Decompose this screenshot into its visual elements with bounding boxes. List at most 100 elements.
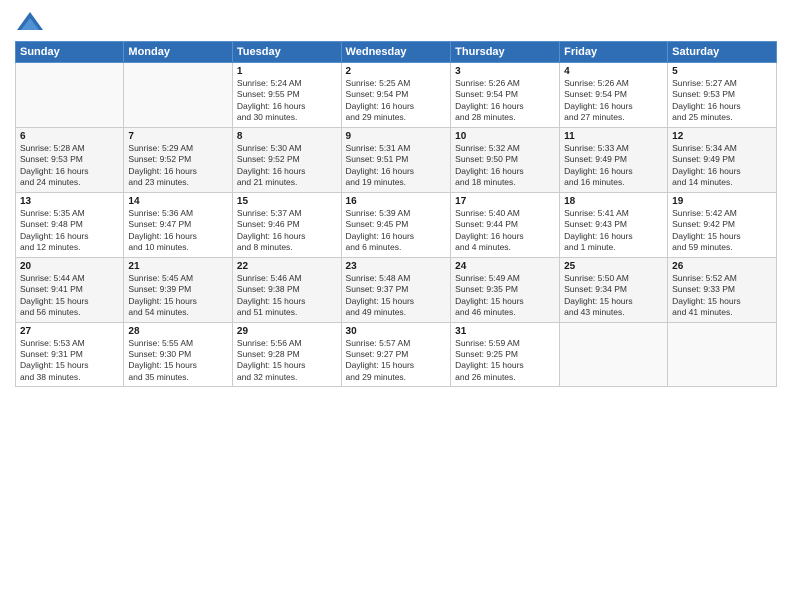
- day-number: 31: [455, 326, 555, 337]
- day-number: 28: [128, 326, 228, 337]
- page: SundayMondayTuesdayWednesdayThursdayFrid…: [0, 0, 792, 612]
- calendar-table: SundayMondayTuesdayWednesdayThursdayFrid…: [15, 41, 777, 387]
- calendar-week-1: 1Sunrise: 5:24 AM Sunset: 9:55 PM Daylig…: [16, 63, 777, 128]
- day-content: Sunrise: 5:50 AM Sunset: 9:34 PM Dayligh…: [564, 273, 663, 319]
- calendar-cell: 6Sunrise: 5:28 AM Sunset: 9:53 PM Daylig…: [16, 127, 124, 192]
- day-content: Sunrise: 5:57 AM Sunset: 9:27 PM Dayligh…: [346, 338, 447, 384]
- day-content: Sunrise: 5:37 AM Sunset: 9:46 PM Dayligh…: [237, 208, 337, 254]
- calendar-cell: 9Sunrise: 5:31 AM Sunset: 9:51 PM Daylig…: [341, 127, 451, 192]
- weekday-header-sunday: Sunday: [16, 42, 124, 63]
- day-number: 30: [346, 326, 447, 337]
- calendar-cell: 14Sunrise: 5:36 AM Sunset: 9:47 PM Dayli…: [124, 192, 233, 257]
- calendar-cell: 16Sunrise: 5:39 AM Sunset: 9:45 PM Dayli…: [341, 192, 451, 257]
- day-content: Sunrise: 5:41 AM Sunset: 9:43 PM Dayligh…: [564, 208, 663, 254]
- calendar-cell: 7Sunrise: 5:29 AM Sunset: 9:52 PM Daylig…: [124, 127, 233, 192]
- day-content: Sunrise: 5:34 AM Sunset: 9:49 PM Dayligh…: [672, 143, 772, 189]
- day-number: 3: [455, 66, 555, 77]
- day-number: 13: [20, 196, 119, 207]
- calendar-cell: 29Sunrise: 5:56 AM Sunset: 9:28 PM Dayli…: [232, 322, 341, 387]
- day-number: 20: [20, 261, 119, 272]
- day-number: 15: [237, 196, 337, 207]
- day-number: 17: [455, 196, 555, 207]
- day-number: 23: [346, 261, 447, 272]
- calendar-cell: 8Sunrise: 5:30 AM Sunset: 9:52 PM Daylig…: [232, 127, 341, 192]
- calendar-cell: 20Sunrise: 5:44 AM Sunset: 9:41 PM Dayli…: [16, 257, 124, 322]
- day-number: 9: [346, 131, 447, 142]
- calendar-cell: 3Sunrise: 5:26 AM Sunset: 9:54 PM Daylig…: [451, 63, 560, 128]
- calendar-cell: 10Sunrise: 5:32 AM Sunset: 9:50 PM Dayli…: [451, 127, 560, 192]
- day-number: 6: [20, 131, 119, 142]
- weekday-header-saturday: Saturday: [668, 42, 777, 63]
- calendar-week-3: 13Sunrise: 5:35 AM Sunset: 9:48 PM Dayli…: [16, 192, 777, 257]
- day-content: Sunrise: 5:56 AM Sunset: 9:28 PM Dayligh…: [237, 338, 337, 384]
- day-content: Sunrise: 5:40 AM Sunset: 9:44 PM Dayligh…: [455, 208, 555, 254]
- day-content: Sunrise: 5:53 AM Sunset: 9:31 PM Dayligh…: [20, 338, 119, 384]
- day-number: 26: [672, 261, 772, 272]
- day-content: Sunrise: 5:35 AM Sunset: 9:48 PM Dayligh…: [20, 208, 119, 254]
- day-content: Sunrise: 5:36 AM Sunset: 9:47 PM Dayligh…: [128, 208, 228, 254]
- day-number: 7: [128, 131, 228, 142]
- day-content: Sunrise: 5:24 AM Sunset: 9:55 PM Dayligh…: [237, 78, 337, 124]
- weekday-header-thursday: Thursday: [451, 42, 560, 63]
- day-content: Sunrise: 5:46 AM Sunset: 9:38 PM Dayligh…: [237, 273, 337, 319]
- day-content: Sunrise: 5:49 AM Sunset: 9:35 PM Dayligh…: [455, 273, 555, 319]
- day-number: 12: [672, 131, 772, 142]
- day-content: Sunrise: 5:45 AM Sunset: 9:39 PM Dayligh…: [128, 273, 228, 319]
- calendar-week-2: 6Sunrise: 5:28 AM Sunset: 9:53 PM Daylig…: [16, 127, 777, 192]
- day-number: 27: [20, 326, 119, 337]
- weekday-header-monday: Monday: [124, 42, 233, 63]
- day-content: Sunrise: 5:25 AM Sunset: 9:54 PM Dayligh…: [346, 78, 447, 124]
- day-number: 10: [455, 131, 555, 142]
- calendar-cell: [16, 63, 124, 128]
- day-content: Sunrise: 5:48 AM Sunset: 9:37 PM Dayligh…: [346, 273, 447, 319]
- calendar-cell: 21Sunrise: 5:45 AM Sunset: 9:39 PM Dayli…: [124, 257, 233, 322]
- day-content: Sunrise: 5:59 AM Sunset: 9:25 PM Dayligh…: [455, 338, 555, 384]
- day-number: 18: [564, 196, 663, 207]
- calendar-cell: 28Sunrise: 5:55 AM Sunset: 9:30 PM Dayli…: [124, 322, 233, 387]
- calendar-cell: [560, 322, 668, 387]
- day-content: Sunrise: 5:30 AM Sunset: 9:52 PM Dayligh…: [237, 143, 337, 189]
- calendar-cell: 13Sunrise: 5:35 AM Sunset: 9:48 PM Dayli…: [16, 192, 124, 257]
- day-number: 11: [564, 131, 663, 142]
- day-content: Sunrise: 5:55 AM Sunset: 9:30 PM Dayligh…: [128, 338, 228, 384]
- weekday-header-wednesday: Wednesday: [341, 42, 451, 63]
- day-content: Sunrise: 5:31 AM Sunset: 9:51 PM Dayligh…: [346, 143, 447, 189]
- day-number: 21: [128, 261, 228, 272]
- calendar-cell: 12Sunrise: 5:34 AM Sunset: 9:49 PM Dayli…: [668, 127, 777, 192]
- calendar-cell: 15Sunrise: 5:37 AM Sunset: 9:46 PM Dayli…: [232, 192, 341, 257]
- calendar-cell: 18Sunrise: 5:41 AM Sunset: 9:43 PM Dayli…: [560, 192, 668, 257]
- calendar-cell: 25Sunrise: 5:50 AM Sunset: 9:34 PM Dayli…: [560, 257, 668, 322]
- logo: [15, 10, 49, 35]
- calendar-cell: 30Sunrise: 5:57 AM Sunset: 9:27 PM Dayli…: [341, 322, 451, 387]
- day-content: Sunrise: 5:44 AM Sunset: 9:41 PM Dayligh…: [20, 273, 119, 319]
- day-number: 1: [237, 66, 337, 77]
- calendar-cell: 2Sunrise: 5:25 AM Sunset: 9:54 PM Daylig…: [341, 63, 451, 128]
- logo-icon: [15, 10, 45, 35]
- header: [15, 10, 777, 35]
- calendar-cell: 27Sunrise: 5:53 AM Sunset: 9:31 PM Dayli…: [16, 322, 124, 387]
- weekday-header-friday: Friday: [560, 42, 668, 63]
- day-number: 5: [672, 66, 772, 77]
- day-content: Sunrise: 5:52 AM Sunset: 9:33 PM Dayligh…: [672, 273, 772, 319]
- calendar-cell: 11Sunrise: 5:33 AM Sunset: 9:49 PM Dayli…: [560, 127, 668, 192]
- calendar-cell: 19Sunrise: 5:42 AM Sunset: 9:42 PM Dayli…: [668, 192, 777, 257]
- day-content: Sunrise: 5:28 AM Sunset: 9:53 PM Dayligh…: [20, 143, 119, 189]
- day-number: 25: [564, 261, 663, 272]
- day-number: 22: [237, 261, 337, 272]
- calendar-cell: 26Sunrise: 5:52 AM Sunset: 9:33 PM Dayli…: [668, 257, 777, 322]
- calendar-body: 1Sunrise: 5:24 AM Sunset: 9:55 PM Daylig…: [16, 63, 777, 387]
- day-content: Sunrise: 5:39 AM Sunset: 9:45 PM Dayligh…: [346, 208, 447, 254]
- day-number: 19: [672, 196, 772, 207]
- calendar-cell: 22Sunrise: 5:46 AM Sunset: 9:38 PM Dayli…: [232, 257, 341, 322]
- day-content: Sunrise: 5:27 AM Sunset: 9:53 PM Dayligh…: [672, 78, 772, 124]
- calendar-cell: [668, 322, 777, 387]
- day-number: 16: [346, 196, 447, 207]
- day-number: 8: [237, 131, 337, 142]
- calendar-week-5: 27Sunrise: 5:53 AM Sunset: 9:31 PM Dayli…: [16, 322, 777, 387]
- day-content: Sunrise: 5:26 AM Sunset: 9:54 PM Dayligh…: [564, 78, 663, 124]
- calendar-cell: 1Sunrise: 5:24 AM Sunset: 9:55 PM Daylig…: [232, 63, 341, 128]
- calendar-cell: 24Sunrise: 5:49 AM Sunset: 9:35 PM Dayli…: [451, 257, 560, 322]
- calendar-cell: 5Sunrise: 5:27 AM Sunset: 9:53 PM Daylig…: [668, 63, 777, 128]
- day-number: 24: [455, 261, 555, 272]
- day-number: 4: [564, 66, 663, 77]
